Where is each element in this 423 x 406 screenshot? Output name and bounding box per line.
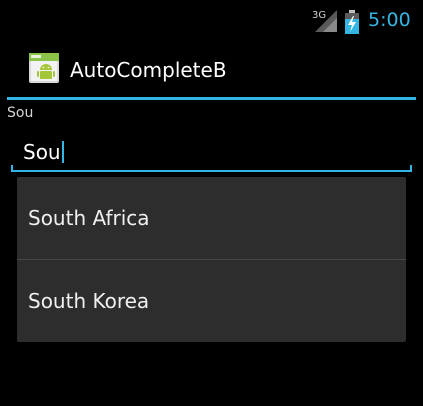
- status-clock: 5:00: [368, 9, 411, 31]
- input-value: Sou: [23, 140, 64, 164]
- status-bar: 3G 5:00: [0, 0, 423, 40]
- input-underline-right-tick: [410, 165, 412, 172]
- suggestions-dropdown: South Africa South Korea: [17, 177, 406, 342]
- action-bar-divider: [7, 97, 416, 100]
- echo-text-label: Sou: [7, 105, 34, 121]
- app-title: AutoCompleteB: [70, 58, 227, 82]
- action-bar: AutoCompleteB: [0, 40, 423, 97]
- text-cursor: [61, 141, 64, 163]
- suggestion-item[interactable]: South Korea: [17, 260, 406, 342]
- android-app-icon[interactable]: [28, 52, 60, 84]
- country-autocomplete-input[interactable]: Sou: [11, 130, 412, 172]
- input-underline: [11, 170, 412, 172]
- suggestion-label: South Africa: [28, 206, 150, 230]
- network-type-label: 3G: [312, 10, 327, 21]
- battery-charging-icon: [345, 10, 359, 34]
- suggestion-item[interactable]: South Africa: [17, 177, 406, 259]
- input-underline-left-tick: [11, 165, 13, 172]
- suggestion-label: South Korea: [28, 289, 150, 313]
